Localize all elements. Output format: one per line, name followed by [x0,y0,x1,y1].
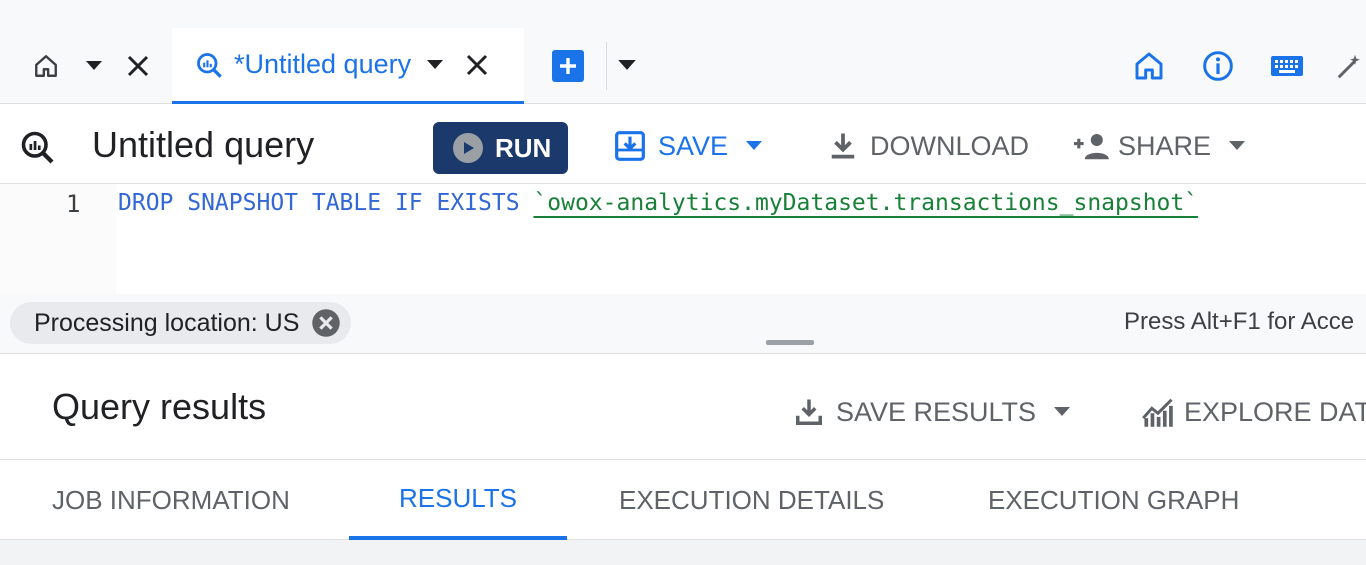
close-tab-icon[interactable] [463,51,491,79]
processing-location-label: Processing location: US [34,308,300,337]
download-icon [794,397,824,427]
query-icon [194,50,224,80]
run-button[interactable]: RUN [433,122,568,174]
tab-divider [606,42,607,90]
close-tab-icon[interactable] [124,52,152,80]
save-results-button[interactable]: SAVE RESULTS [794,392,1071,432]
tab-execution-details[interactable]: EXECUTION DETAILS [619,460,884,540]
tab-execution-graph[interactable]: EXECUTION GRAPH [988,460,1239,540]
tab-label: EXECUTION GRAPH [988,484,1240,515]
chevron-down-icon [1229,141,1246,151]
line-gutter [0,184,116,294]
chevron-down-icon [746,141,763,151]
sql-editor[interactable]: 1 DROP SNAPSHOT TABLE IF EXISTS `owox-an… [0,184,1366,294]
save-label: SAVE [658,130,729,161]
sql-keywords: DROP SNAPSHOT TABLE IF EXISTS [118,190,520,216]
download-label: DOWNLOAD [870,130,1030,161]
home-icon [32,52,60,80]
download-icon [828,130,858,162]
info-icon[interactable] [1196,44,1240,88]
results-header: Query results SAVE RESULTS EXPLORE DATA [0,354,1366,460]
processing-location-chip[interactable]: Processing location: US [10,302,352,344]
save-icon [614,130,646,162]
chevron-down-icon[interactable] [423,53,447,77]
save-results-label: SAVE RESULTS [836,396,1037,427]
tab-untitled-query[interactable]: *Untitled query [172,28,524,104]
person-add-icon [1074,131,1110,161]
tab-label: RESULTS [399,482,517,513]
download-button[interactable]: DOWNLOAD [828,126,1029,166]
cancel-icon[interactable] [311,308,341,338]
explore-data-label: EXPLORE DATA [1184,396,1366,427]
save-button[interactable]: SAVE [614,126,763,166]
play-icon [453,133,483,163]
chart-icon [1142,397,1174,427]
tab-job-information[interactable]: JOB INFORMATION [52,460,290,540]
results-tabs: JOB INFORMATION RESULTS EXECUTION DETAIL… [0,460,1366,540]
chevron-down-icon [1054,407,1071,417]
tab-title: *Untitled query [234,49,412,79]
tab-label: EXECUTION DETAILS [619,484,885,515]
tab-home[interactable] [0,28,170,104]
query-toolbar: Untitled query RUN SAVE DOWNLOAD SHARE [0,104,1366,184]
more-tabs-chevron-icon[interactable] [612,50,642,80]
tab-label: JOB INFORMATION [52,484,290,515]
explore-data-button[interactable]: EXPLORE DATA [1142,392,1366,432]
home-icon[interactable] [1127,44,1171,88]
results-title: Query results [52,386,267,427]
keyboard-icon[interactable] [1265,44,1309,88]
right-toolbar [1102,44,1366,88]
share-button[interactable]: SHARE [1074,126,1246,166]
query-icon [18,128,56,166]
tab-bar: *Untitled query [0,0,1366,104]
table-reference: `owox-analytics.myDataset.transactions_s… [533,190,1199,216]
plus-icon [560,58,576,74]
results-body [0,540,1366,565]
chevron-down-icon[interactable] [82,54,106,78]
add-tab-button[interactable] [552,50,584,82]
line-number: 1 [66,190,81,218]
tab-results[interactable]: RESULTS [349,460,567,540]
query-title[interactable]: Untitled query [92,124,314,166]
accessibility-hint: Press Alt+F1 for Acce [1124,308,1355,335]
processing-location-bar: Processing location: US Press Alt+F1 for… [0,294,1366,354]
share-label: SHARE [1118,130,1212,161]
magic-wand-icon[interactable] [1334,44,1366,88]
code-line[interactable]: DROP SNAPSHOT TABLE IF EXISTS `owox-anal… [118,190,1198,216]
run-label: RUN [495,132,552,163]
resize-handle[interactable] [766,340,814,345]
